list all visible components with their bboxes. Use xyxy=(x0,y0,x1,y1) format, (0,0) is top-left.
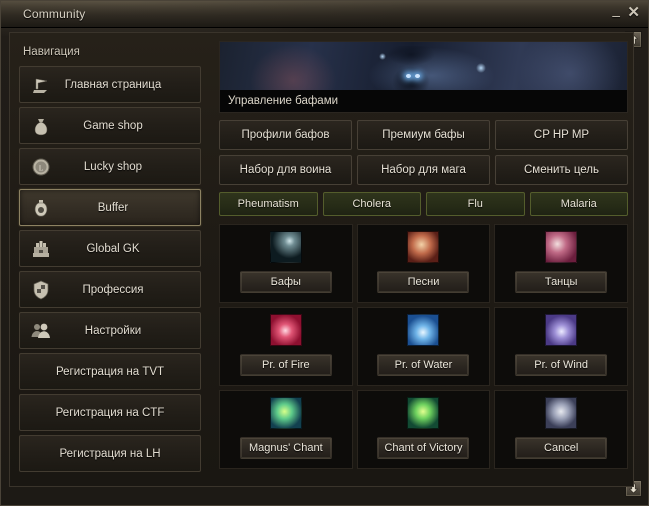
sidebar-item-register-ctf[interactable]: Регистрация на CTF xyxy=(19,394,201,431)
disease-button-pheumatism[interactable]: Pheumatism xyxy=(219,192,318,216)
cp-hp-mp-button[interactable]: CP HP MP xyxy=(495,120,628,150)
sidebar-item-profession[interactable]: Профессия xyxy=(19,271,201,308)
tile-prophecy-of-water[interactable]: Pr. of Water xyxy=(356,307,491,386)
cancel-icon xyxy=(545,397,578,429)
sidebar-item-game-shop[interactable]: Game shop xyxy=(19,107,201,144)
sidebar-item-global-gk[interactable]: Global GK xyxy=(19,230,201,267)
tile-prophecy-of-fire[interactable]: Pr. of Fire xyxy=(219,307,353,386)
buff-profiles-button[interactable]: Профили бафов xyxy=(219,120,352,150)
tile-label[interactable]: Танцы xyxy=(515,271,608,293)
minimize-button[interactable]: – xyxy=(612,8,620,22)
navigation-sidebar: Навигация Главная страница Game shop L L… xyxy=(11,34,209,486)
sidebar-item-label: Регистрация на LH xyxy=(59,447,161,460)
songs-icon xyxy=(407,231,440,263)
flag-icon xyxy=(30,74,52,96)
shield-icon xyxy=(30,279,52,301)
sidebar-item-label: Регистрация на TVT xyxy=(55,365,165,378)
tile-label[interactable]: Cancel xyxy=(515,437,608,459)
sidebar-item-register-tvt[interactable]: Регистрация на TVT xyxy=(19,353,201,390)
gate-icon xyxy=(30,238,52,260)
dances-icon xyxy=(545,231,578,263)
tile-dances[interactable]: Танцы xyxy=(494,224,628,303)
mage-set-button[interactable]: Набор для мага xyxy=(357,155,490,185)
prophecy-water-icon xyxy=(407,314,440,346)
sidebar-item-label: Регистрация на CTF xyxy=(55,406,165,419)
tile-label[interactable]: Pr. of Water xyxy=(377,354,470,376)
glow-orb-icon xyxy=(378,53,386,61)
glow-eye-left-icon xyxy=(405,73,411,78)
premium-buffs-button[interactable]: Премиум бафы xyxy=(357,120,490,150)
tile-magnus-chant[interactable]: Magnus' Chant xyxy=(219,390,353,469)
tile-label[interactable]: Chant of Victory xyxy=(377,437,470,459)
sidebar-item-main-page[interactable]: Главная страница xyxy=(19,66,201,103)
magnus-chant-icon xyxy=(269,397,302,429)
action-button-grid: Профили бафов Премиум бафы CP HP MP Набо… xyxy=(219,120,628,185)
tile-buffs[interactable]: Бафы xyxy=(219,224,353,303)
tile-songs[interactable]: Песни xyxy=(356,224,491,303)
window-body: Навигация Главная страница Game shop L L… xyxy=(9,32,634,487)
skill-tile-grid: Бафы Песни Танцы Pr. of Fire Pr. of Wate xyxy=(219,224,628,469)
tile-label[interactable]: Pr. of Fire xyxy=(239,354,332,376)
tile-chant-of-victory[interactable]: Chant of Victory xyxy=(356,390,491,469)
disease-button-cholera[interactable]: Cholera xyxy=(322,192,421,216)
tile-label[interactable]: Песни xyxy=(377,271,470,293)
prophecy-wind-icon xyxy=(545,314,578,346)
coin-icon: L xyxy=(30,156,52,178)
money-bag-icon xyxy=(30,115,52,137)
content-panel: Управление бафами Профили бафов Премиум … xyxy=(213,34,634,486)
people-icon xyxy=(30,320,52,342)
tile-label[interactable]: Magnus' Chant xyxy=(239,437,332,459)
title-bar: Community – ✕ xyxy=(1,1,648,28)
chant-of-victory-icon xyxy=(407,397,440,429)
tile-prophecy-of-wind[interactable]: Pr. of Wind xyxy=(494,307,628,386)
navigation-heading: Навигация xyxy=(23,46,80,58)
close-button[interactable]: ✕ xyxy=(627,5,640,20)
glow-eye-right-icon xyxy=(414,73,420,78)
disease-button-row: Pheumatism Cholera Flu Malaria xyxy=(219,192,628,216)
banner: Управление бафами xyxy=(219,41,628,113)
banner-caption: Управление бафами xyxy=(220,90,627,112)
change-target-button[interactable]: Сменить цель xyxy=(495,155,628,185)
sidebar-item-buffer[interactable]: Buffer xyxy=(19,189,201,226)
disease-button-malaria[interactable]: Malaria xyxy=(529,192,628,216)
tile-label[interactable]: Бафы xyxy=(239,271,332,293)
potion-icon xyxy=(30,197,52,219)
tile-label[interactable]: Pr. of Wind xyxy=(515,354,608,376)
disease-button-flu[interactable]: Flu xyxy=(426,192,525,216)
tile-cancel[interactable]: Cancel xyxy=(494,390,628,469)
sidebar-item-register-lh[interactable]: Регистрация на LH xyxy=(19,435,201,472)
svg-text:L: L xyxy=(39,164,43,172)
sidebar-item-lucky-shop[interactable]: L Lucky shop xyxy=(19,148,201,185)
sidebar-item-settings[interactable]: Настройки xyxy=(19,312,201,349)
buffs-icon xyxy=(269,231,302,263)
window-title: Community xyxy=(23,7,86,21)
community-window: Community – ✕ Навигация Главная страница… xyxy=(0,0,649,506)
warrior-set-button[interactable]: Набор для воина xyxy=(219,155,352,185)
prophecy-fire-icon xyxy=(269,314,302,346)
